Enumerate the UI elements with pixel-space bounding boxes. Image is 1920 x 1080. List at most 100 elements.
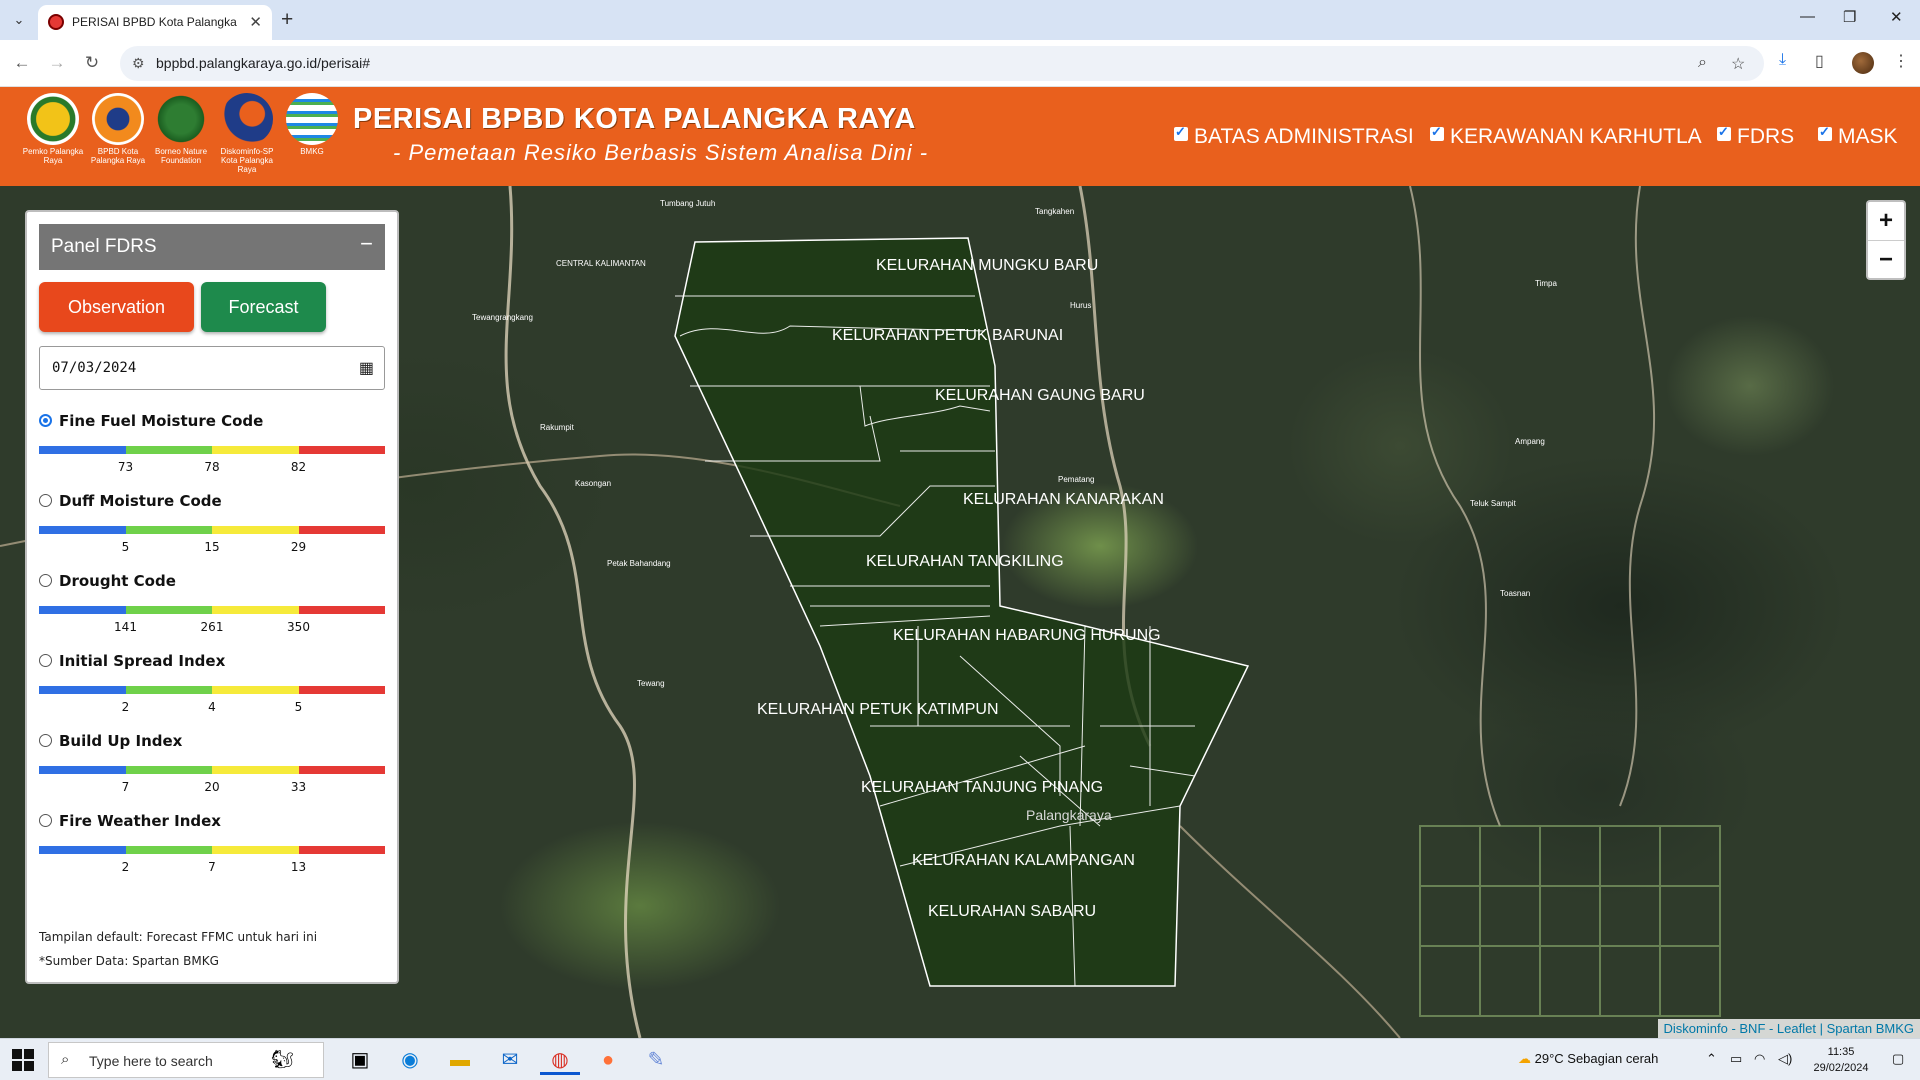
observation-button[interactable]: Observation — [39, 282, 194, 332]
checkbox-checked-icon[interactable] — [1818, 124, 1832, 141]
download-icon[interactable]: ⤓ — [1779, 51, 1786, 69]
scale-tick-label: 15 — [204, 540, 220, 554]
layer-label[interactable]: KERAWANAN KARHUTLA — [1450, 125, 1702, 148]
edge-icon[interactable]: ◉ — [390, 1045, 430, 1075]
chrome-icon[interactable]: ◍ — [540, 1045, 580, 1075]
color-scale-segment — [212, 766, 299, 774]
zoom-out-button[interactable]: − — [1868, 240, 1904, 278]
date-field[interactable]: 07/03/2024 ▦ — [39, 346, 385, 390]
tray-chevron-icon[interactable]: ⌃ — [1706, 1051, 1717, 1067]
weather-icon: ☁ — [1518, 1051, 1535, 1066]
checkbox-checked-icon[interactable] — [1174, 124, 1188, 141]
index-label[interactable]: Build Up Index — [59, 732, 182, 750]
layer-label[interactable]: FDRS — [1737, 125, 1794, 148]
minimize-icon[interactable]: — — [1800, 8, 1815, 25]
browser-menu-icon[interactable]: ⋮ — [1893, 51, 1909, 71]
task-view-icon[interactable]: ▣ — [340, 1045, 380, 1075]
window-close-icon[interactable]: ✕ — [1890, 8, 1903, 26]
zoom-control[interactable]: + − — [1866, 200, 1906, 280]
layer-label[interactable]: MASK — [1838, 125, 1898, 148]
file-explorer-icon[interactable]: ▬ — [440, 1045, 480, 1075]
color-scale-segment — [125, 766, 212, 774]
radio-icon[interactable] — [39, 574, 52, 587]
zoom-lens-icon[interactable]: ⌕ — [1698, 54, 1707, 72]
index-label[interactable]: Fire Weather Index — [59, 812, 221, 830]
site-info-icon[interactable]: ⚙ — [132, 55, 145, 72]
battery-icon[interactable]: ▭ — [1730, 1051, 1742, 1067]
clock-time[interactable]: 11:35 — [1806, 1044, 1876, 1060]
layer-label[interactable]: BATAS ADMINISTRASI — [1194, 125, 1414, 148]
scale-tick-label: 7 — [208, 860, 216, 874]
firefox-icon[interactable]: ● — [588, 1045, 628, 1075]
volume-icon[interactable]: ◁) — [1778, 1051, 1792, 1067]
clock-date[interactable]: 29/02/2024 — [1806, 1060, 1876, 1076]
url-text[interactable]: bppbd.palangkaraya.go.id/perisai# — [156, 55, 370, 71]
tab-close-icon[interactable]: ✕ — [249, 13, 262, 31]
kota-boundary-polygon[interactable] — [674, 237, 1250, 987]
notification-icon[interactable]: ▢ — [1892, 1051, 1904, 1067]
back-icon[interactable]: ← — [10, 51, 34, 75]
index-option[interactable]: Fine Fuel Moisture Code 73 78 82 — [39, 412, 385, 492]
radio-icon[interactable] — [39, 734, 52, 747]
kelurahan-label: KELURAHAN SABARU — [928, 903, 1096, 920]
weather-widget[interactable]: ☁ 29°C Sebagian cerah — [1518, 1051, 1658, 1067]
scale-tick-label: 33 — [290, 780, 307, 794]
date-value[interactable]: 07/03/2024 — [52, 360, 136, 376]
color-scale-bar — [39, 846, 385, 854]
place-label: Tumbang Jutuh — [660, 199, 715, 208]
index-label[interactable]: Fine Fuel Moisture Code — [59, 412, 263, 430]
place-label: Tewang — [637, 679, 665, 688]
place-label: Tangkahen — [1035, 207, 1074, 216]
color-scale-segment — [298, 446, 385, 454]
bookmark-star-icon[interactable]: ☆ — [1731, 54, 1745, 74]
tab-title: PERISAI BPBD Kota Palangka Ra — [72, 15, 240, 29]
mail-icon[interactable]: ✉ — [490, 1045, 530, 1075]
kelurahan-label: KELURAHAN TANGKILING — [866, 553, 1064, 570]
index-option[interactable]: Build Up Index 7 20 33 — [39, 732, 385, 812]
index-option[interactable]: Drought Code 141 261 350 — [39, 572, 385, 652]
index-option[interactable]: Initial Spread Index 2 4 5 — [39, 652, 385, 732]
radio-icon[interactable] — [39, 494, 52, 507]
windows-start-icon[interactable] — [12, 1049, 34, 1071]
weather-text[interactable]: 29°C Sebagian cerah — [1535, 1051, 1659, 1066]
side-panel-icon[interactable]: ▯ — [1815, 51, 1824, 71]
profile-avatar[interactable] — [1852, 52, 1874, 74]
search-placeholder[interactable]: Type here to search — [89, 1053, 213, 1069]
bmkg-emblem-icon — [286, 93, 338, 145]
color-scale-segment — [298, 526, 385, 534]
forward-icon[interactable]: → — [45, 51, 69, 75]
index-option[interactable]: Fire Weather Index 2 7 13 — [39, 812, 385, 892]
layer-toggle-batas-administrasi[interactable]: BATAS ADMINISTRASI — [1174, 124, 1414, 149]
layer-toggle-kerawanan-karhutla[interactable]: KERAWANAN KARHUTLA — [1430, 124, 1702, 149]
restore-icon[interactable]: ❐ — [1843, 8, 1856, 26]
new-tab-icon[interactable]: + — [281, 8, 293, 32]
map-canvas[interactable]: Tumbang Jutuh CENTRAL KALIMANTAN Tewangr… — [0, 186, 1920, 1038]
collapse-icon[interactable]: − — [360, 231, 373, 257]
index-label[interactable]: Initial Spread Index — [59, 652, 225, 670]
forecast-button[interactable]: Forecast — [201, 282, 326, 332]
checkbox-checked-icon[interactable] — [1430, 124, 1444, 141]
layer-toggle-fdrs[interactable]: FDRS — [1717, 124, 1794, 149]
radio-icon[interactable] — [39, 814, 52, 827]
address-bar[interactable]: ⚙ bppbd.palangkaraya.go.id/perisai# ⌕ ☆ — [120, 46, 1764, 81]
radio-selected-icon[interactable] — [39, 414, 52, 427]
app-icon[interactable]: ✎ — [636, 1045, 676, 1075]
reload-icon[interactable]: ↻ — [80, 51, 104, 75]
zoom-in-button[interactable]: + — [1868, 202, 1904, 240]
network-icon[interactable]: ◠ — [1754, 1051, 1765, 1067]
index-option[interactable]: Duff Moisture Code 5 15 29 — [39, 492, 385, 572]
browser-tab[interactable]: PERISAI BPBD Kota Palangka Ra ✕ — [38, 5, 272, 40]
tab-search-icon[interactable]: ⌄ — [8, 9, 30, 31]
taskbar-clock[interactable]: 11:35 29/02/2024 — [1806, 1044, 1876, 1076]
calendar-icon[interactable]: ▦ — [359, 358, 374, 378]
map-attribution[interactable]: Diskominfo - BNF - Leaflet | Spartan BMK… — [1657, 1019, 1920, 1038]
layer-toggle-mask[interactable]: MASK — [1818, 124, 1898, 149]
checkbox-checked-icon[interactable] — [1717, 124, 1731, 141]
road-line — [1179, 825, 1401, 1038]
taskbar-search[interactable]: ⌕ Type here to search 🐿 — [48, 1042, 324, 1078]
color-scale-bar — [39, 526, 385, 534]
index-label[interactable]: Drought Code — [59, 572, 176, 590]
kelurahan-label: KELURAHAN GAUNG BARU — [935, 387, 1145, 404]
radio-icon[interactable] — [39, 654, 52, 667]
index-label[interactable]: Duff Moisture Code — [59, 492, 222, 510]
